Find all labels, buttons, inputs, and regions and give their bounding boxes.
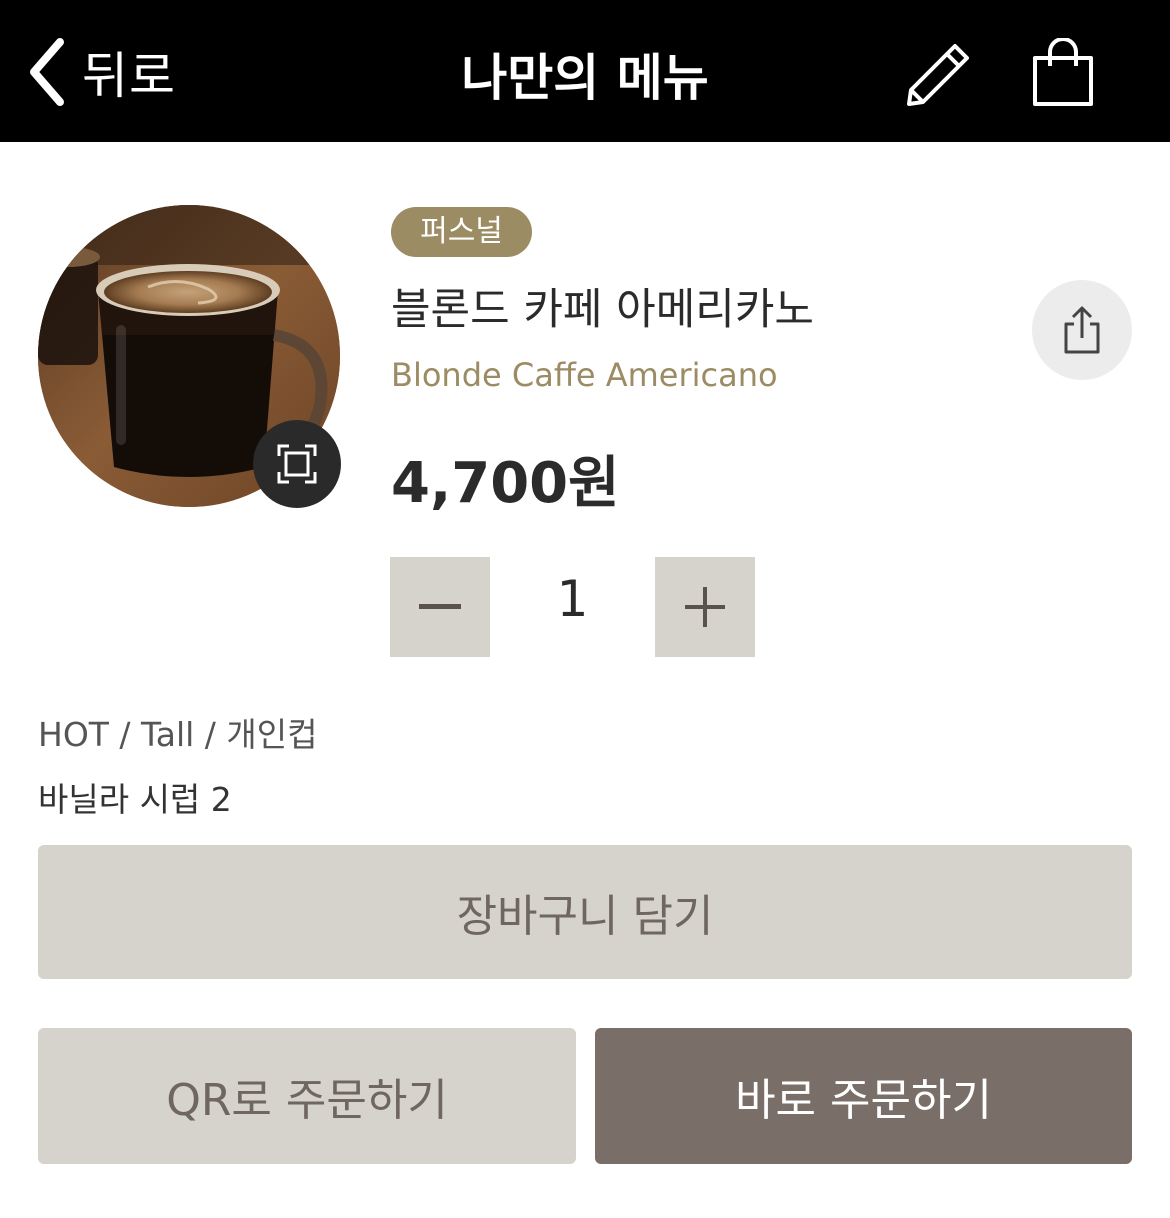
share-icon xyxy=(1064,306,1100,354)
zoom-expand-icon xyxy=(277,444,317,484)
zoom-button[interactable] xyxy=(253,420,341,508)
shopping-bag-icon[interactable] xyxy=(1030,38,1096,108)
product-name-korean: 블론드 카페 아메리카노 xyxy=(391,285,814,335)
pencil-icon[interactable] xyxy=(903,40,973,110)
plus-icon xyxy=(685,587,725,627)
product-price: 4,700원 xyxy=(391,451,620,516)
qr-order-button[interactable]: QR로 주문하기 xyxy=(38,1028,576,1164)
top-nav-bar: 뒤로 나만의 메뉴 xyxy=(0,0,1170,142)
quantity-value: 1 xyxy=(556,570,589,628)
product-name-english: Blonde Caffe Americano xyxy=(391,356,778,394)
option-syrup: 바닐라 시럽 2 xyxy=(38,780,232,819)
quantity-increase-button[interactable] xyxy=(655,557,755,657)
size-badge: 퍼스널 xyxy=(391,207,532,257)
share-button[interactable] xyxy=(1032,280,1132,380)
page-title: 나만의 메뉴 xyxy=(461,49,709,107)
add-to-cart-button[interactable]: 장바구니 담기 xyxy=(38,845,1132,979)
quantity-decrease-button[interactable] xyxy=(390,557,490,657)
minus-icon xyxy=(419,604,461,609)
order-now-button[interactable]: 바로 주문하기 xyxy=(595,1028,1132,1164)
option-summary: HOT / Tall / 개인컵 xyxy=(38,715,318,754)
